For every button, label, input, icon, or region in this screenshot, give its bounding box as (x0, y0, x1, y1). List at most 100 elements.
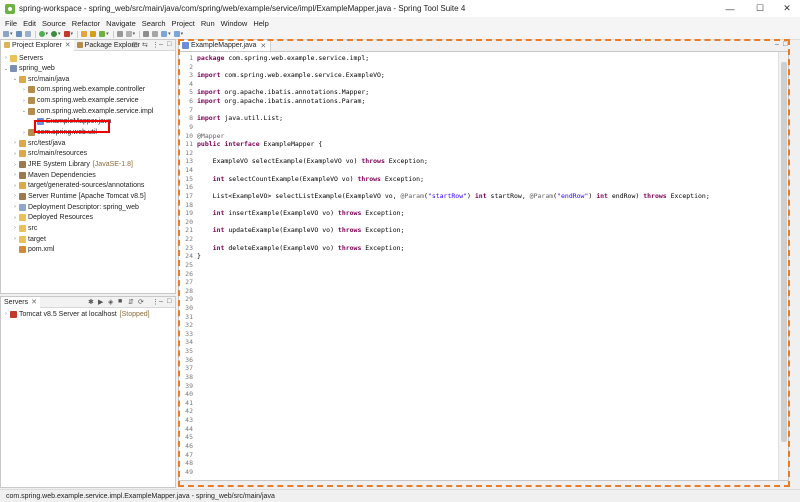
debug-server-icon[interactable]: ✱ (88, 298, 94, 306)
tab-servers[interactable]: Servers ✕ (1, 296, 40, 308)
run-icon[interactable] (51, 31, 58, 37)
maximize-view-icon[interactable]: □ (167, 41, 171, 48)
tree-item[interactable]: › src (12, 223, 37, 233)
maximize-view-icon[interactable]: □ (783, 41, 787, 48)
java-editor[interactable]: 1 2 3 4 5 6 7 8 9 10 11 12 13 14 15 16 17 18 19 20 21 22 23 24 2… (178, 51, 789, 481)
vertical-scrollbar[interactable] (778, 52, 788, 480)
search-icon[interactable] (125, 31, 132, 37)
expand-arrow-icon[interactable]: › (21, 87, 27, 93)
stop-server-icon[interactable]: ■ (118, 298, 122, 305)
back-icon[interactable] (161, 31, 168, 37)
tree-item[interactable]: › com.spring.web.example.controller (21, 85, 145, 95)
tree-item-label: Servers (19, 54, 44, 62)
server-row[interactable]: › Tomcat v8.5 Server at localhost [Stopp… (3, 309, 150, 319)
tree-item[interactable]: › target/generated-sources/annotations (12, 181, 144, 191)
annotation-prev-icon[interactable] (152, 31, 159, 37)
link-editor-icon[interactable]: ⇆ (142, 41, 148, 49)
tab-project-explorer[interactable]: Project Explorer ✕ (1, 39, 74, 51)
scroll-thumb[interactable] (781, 62, 787, 442)
tab-example-mapper-java[interactable]: ExampleMapper.java ✕ (178, 39, 272, 51)
source-folder-icon (19, 150, 26, 158)
profile-server-icon[interactable]: ◈ (108, 298, 113, 306)
new-icon[interactable] (3, 31, 9, 37)
minimize-view-icon[interactable]: – (775, 41, 779, 48)
tab-label: Servers (4, 298, 29, 306)
collapse-arrow-icon[interactable]: ⌄ (21, 108, 27, 114)
tree-item[interactable]: › com.spring.web.example.service (21, 96, 139, 106)
expand-arrow-icon[interactable]: › (21, 130, 27, 136)
close-icon[interactable]: ✕ (31, 298, 37, 306)
expand-arrow-icon[interactable]: › (12, 215, 18, 221)
menu-project[interactable]: Project (171, 19, 196, 28)
maximize-button[interactable]: ☐ (745, 0, 775, 17)
collapse-arrow-icon[interactable]: ⌄ (12, 76, 18, 82)
clean-icon[interactable]: ⟳ (138, 298, 144, 306)
expand-arrow-icon[interactable]: › (12, 193, 18, 199)
tree-item[interactable]: › Servers (3, 53, 43, 63)
maximize-view-icon[interactable]: □ (167, 298, 171, 305)
tree-item[interactable]: › target (12, 234, 46, 244)
tree-item[interactable]: › src/main/resources (12, 149, 87, 159)
save-icon[interactable] (15, 31, 22, 37)
expand-arrow-icon[interactable]: › (12, 162, 18, 168)
menu-search[interactable]: Search (141, 19, 167, 28)
collapse-all-icon[interactable]: ⊟ (132, 41, 138, 49)
line-number: 35 (185, 347, 193, 356)
expand-arrow-icon[interactable]: › (12, 183, 18, 189)
expand-arrow-icon[interactable]: › (12, 236, 18, 242)
expand-arrow-icon[interactable]: › (21, 98, 27, 104)
minimize-button[interactable]: — (715, 0, 745, 17)
expand-arrow-icon[interactable]: › (12, 151, 18, 157)
tree-item[interactable]: ⌄ com.spring.web.example.service.impl (21, 106, 153, 116)
expand-arrow-icon[interactable]: › (12, 172, 18, 178)
tree-item[interactable]: pom.xml (12, 245, 54, 255)
external-tools-icon[interactable] (63, 31, 70, 37)
menu-edit[interactable]: Edit (22, 19, 37, 28)
collapse-arrow-icon[interactable]: ⌄ (3, 66, 9, 72)
menu-navigate[interactable]: Navigate (105, 19, 137, 28)
menu-refactor[interactable]: Refactor (71, 19, 101, 28)
expand-arrow-icon[interactable]: › (12, 204, 18, 210)
view-menu-icon[interactable]: ⋮ (152, 41, 159, 49)
minimize-view-icon[interactable]: – (159, 298, 163, 305)
tree-item[interactable]: ⌄ src/main/java (12, 74, 69, 84)
menu-window[interactable]: Window (220, 19, 249, 28)
menu-help[interactable]: Help (252, 19, 269, 28)
annotation-next-icon[interactable] (143, 31, 150, 37)
tree-item[interactable]: › Deployment Descriptor: spring_web (12, 202, 139, 212)
expand-arrow-icon[interactable]: › (12, 140, 18, 146)
new-class-icon[interactable] (99, 31, 106, 37)
open-type-icon[interactable] (116, 31, 123, 37)
tree-item[interactable]: ⌄ spring_web (3, 64, 55, 74)
library-icon (19, 192, 26, 200)
save-all-icon[interactable] (24, 31, 31, 37)
menu-source[interactable]: Source (41, 19, 67, 28)
new-package-icon[interactable] (90, 31, 97, 37)
expand-arrow-icon[interactable]: › (3, 311, 9, 317)
tree-item[interactable]: › Server Runtime [Apache Tomcat v8.5] (12, 191, 146, 201)
folder-icon (19, 224, 26, 232)
code-line: int deleteExample(ExampleVO vo) throws E… (212, 243, 405, 252)
tree-item[interactable]: › Maven Dependencies (12, 170, 96, 180)
menu-run[interactable]: Run (200, 19, 216, 28)
forward-icon[interactable] (173, 31, 180, 37)
new-java-project-icon[interactable] (81, 31, 88, 37)
publish-icon[interactable]: ⇵ (128, 298, 134, 306)
minimize-view-icon[interactable]: – (159, 41, 163, 48)
menu-file[interactable]: File (4, 19, 18, 28)
debug-icon[interactable] (38, 31, 45, 37)
expand-arrow-icon[interactable]: › (3, 55, 9, 61)
tree-item-label: pom.xml (28, 246, 55, 254)
view-menu-icon[interactable]: ⋮ (152, 298, 159, 306)
line-number: 1 (189, 54, 193, 62)
project-explorer-header: Project Explorer ✕ Package Explorer ⊟ ⇆ ⋮… (1, 39, 175, 51)
start-server-icon[interactable]: ▶ (98, 298, 103, 306)
tree-item[interactable]: › Deployed Resources (12, 213, 93, 223)
expand-arrow-icon[interactable]: › (12, 225, 18, 231)
tree-item[interactable]: › JRE System Library [JavaSE-1.8] (12, 160, 133, 170)
close-icon[interactable]: ✕ (260, 42, 266, 50)
close-icon[interactable]: ✕ (65, 41, 71, 49)
close-button[interactable]: ✕ (772, 0, 800, 17)
code-line: import org.apache.ibatis.annotations.Par… (197, 97, 366, 106)
tree-item[interactable]: › src/test/java (12, 138, 65, 148)
